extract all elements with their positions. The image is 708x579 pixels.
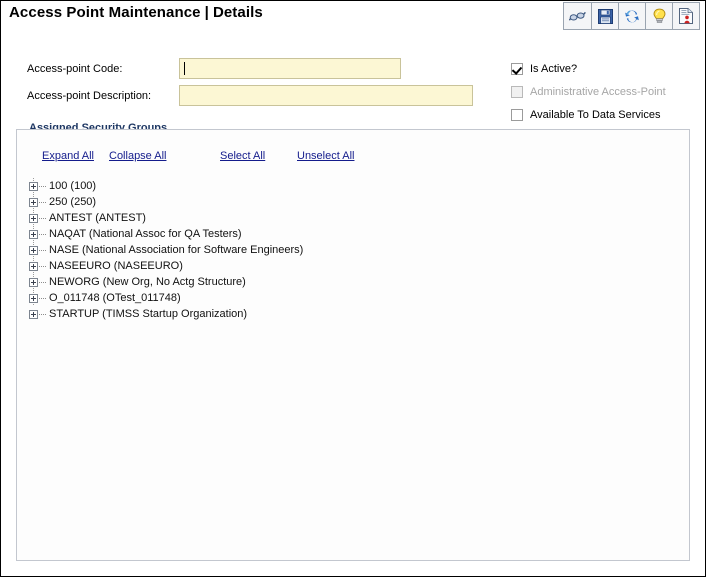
tree-node-label[interactable]: 250 (250) (49, 196, 96, 208)
tree-node[interactable]: O_011748 (OTest_011748) (29, 290, 303, 306)
page-title-sub: Details (212, 4, 263, 21)
tree-node-label[interactable]: STARTUP (TIMSS Startup Organization) (49, 308, 247, 320)
collapse-all-link[interactable]: Collapse All (109, 150, 166, 162)
expand-icon[interactable] (29, 213, 38, 223)
available-to-data-services-label: Available To Data Services (530, 109, 661, 121)
tree-connector-icon (39, 185, 47, 187)
tree-connector-icon (39, 265, 47, 267)
tree-node[interactable]: NASEEURO (NASEEURO) (29, 258, 303, 274)
access-point-description-input[interactable] (179, 85, 473, 106)
tree-node[interactable]: NAQAT (National Assoc for QA Testers) (29, 226, 303, 242)
administrative-access-point-checkbox (511, 86, 523, 98)
page-title: Access Point Maintenance | Details (9, 4, 263, 21)
access-point-code-label: Access-point Code: (27, 63, 123, 75)
expand-icon[interactable] (29, 181, 38, 191)
expand-all-link[interactable]: Expand All (42, 150, 94, 162)
is-active-label: Is Active? (530, 63, 578, 75)
administrative-access-point-checkbox-row: Administrative Access-Point (511, 86, 666, 98)
tree-node[interactable]: ANTEST (ANTEST) (29, 210, 303, 226)
tree-node-label[interactable]: NASEEURO (NASEEURO) (49, 260, 183, 272)
report-document-icon (679, 8, 693, 24)
tree-node[interactable]: NASE (National Association for Software … (29, 242, 303, 258)
tree-connector-icon (39, 313, 47, 315)
page-title-separator: | (204, 4, 209, 21)
expand-icon[interactable] (29, 229, 38, 239)
select-all-link[interactable]: Select All (220, 150, 265, 162)
tree-connector-icon (39, 233, 47, 235)
expand-icon[interactable] (29, 277, 38, 287)
tree-node-label[interactable]: 100 (100) (49, 180, 96, 192)
assigned-security-groups-fieldset: Expand All Collapse All Select All Unsel… (16, 129, 690, 561)
tree-node[interactable]: 100 (100) (29, 178, 303, 194)
toolbar-hint-button[interactable] (645, 3, 672, 29)
is-active-checkbox-row[interactable]: Is Active? (511, 63, 577, 75)
tree-node-label[interactable]: NAQAT (National Assoc for QA Testers) (49, 228, 242, 240)
tree-node[interactable]: 250 (250) (29, 194, 303, 210)
tree-connector-icon (39, 281, 47, 283)
save-icon (597, 8, 613, 24)
access-point-description-label: Access-point Description: (27, 90, 152, 102)
tree-connector-icon (39, 217, 47, 219)
access-point-description-field-wrapper (179, 85, 473, 106)
expand-icon[interactable] (29, 197, 38, 207)
tree-node[interactable]: STARTUP (TIMSS Startup Organization) (29, 306, 303, 322)
tree-node-label[interactable]: NASE (National Association for Software … (49, 244, 303, 256)
spectacles-icon (569, 9, 586, 23)
tree-node[interactable]: NEWORG (New Org, No Actg Structure) (29, 274, 303, 290)
refresh-icon (624, 9, 640, 24)
tree-connector-icon (39, 297, 47, 299)
page-title-main: Access Point Maintenance (9, 4, 201, 21)
tree-connector-icon (39, 201, 47, 203)
access-point-code-input[interactable] (179, 58, 401, 79)
tree-connector-icon (39, 249, 47, 251)
tree-node-label[interactable]: NEWORG (New Org, No Actg Structure) (49, 276, 246, 288)
tree-node-label[interactable]: O_011748 (OTest_011748) (49, 292, 181, 304)
tree-node-label[interactable]: ANTEST (ANTEST) (49, 212, 146, 224)
expand-icon[interactable] (29, 245, 38, 255)
expand-icon[interactable] (29, 293, 38, 303)
unselect-all-link[interactable]: Unselect All (297, 150, 354, 162)
text-caret (184, 62, 185, 75)
toolbar-save-button[interactable] (591, 3, 618, 29)
page-header: Access Point Maintenance | Details (1, 1, 707, 31)
is-active-checkbox[interactable] (511, 63, 523, 75)
toolbar (563, 2, 700, 30)
available-to-data-services-checkbox-row[interactable]: Available To Data Services (511, 109, 660, 121)
toolbar-view-button[interactable] (564, 3, 591, 29)
administrative-access-point-label: Administrative Access-Point (530, 86, 666, 98)
expand-icon[interactable] (29, 261, 38, 271)
security-groups-tree: 100 (100) 250 (250) ANTEST (ANTEST) NAQA… (29, 178, 303, 322)
access-point-maintenance-page: Access Point Maintenance | Details Acces… (0, 0, 706, 577)
expand-icon[interactable] (29, 309, 38, 319)
lightbulb-icon (652, 8, 667, 24)
access-point-code-field-wrapper (179, 58, 401, 79)
toolbar-refresh-button[interactable] (618, 3, 645, 29)
toolbar-report-button[interactable] (672, 3, 699, 29)
available-to-data-services-checkbox[interactable] (511, 109, 523, 121)
